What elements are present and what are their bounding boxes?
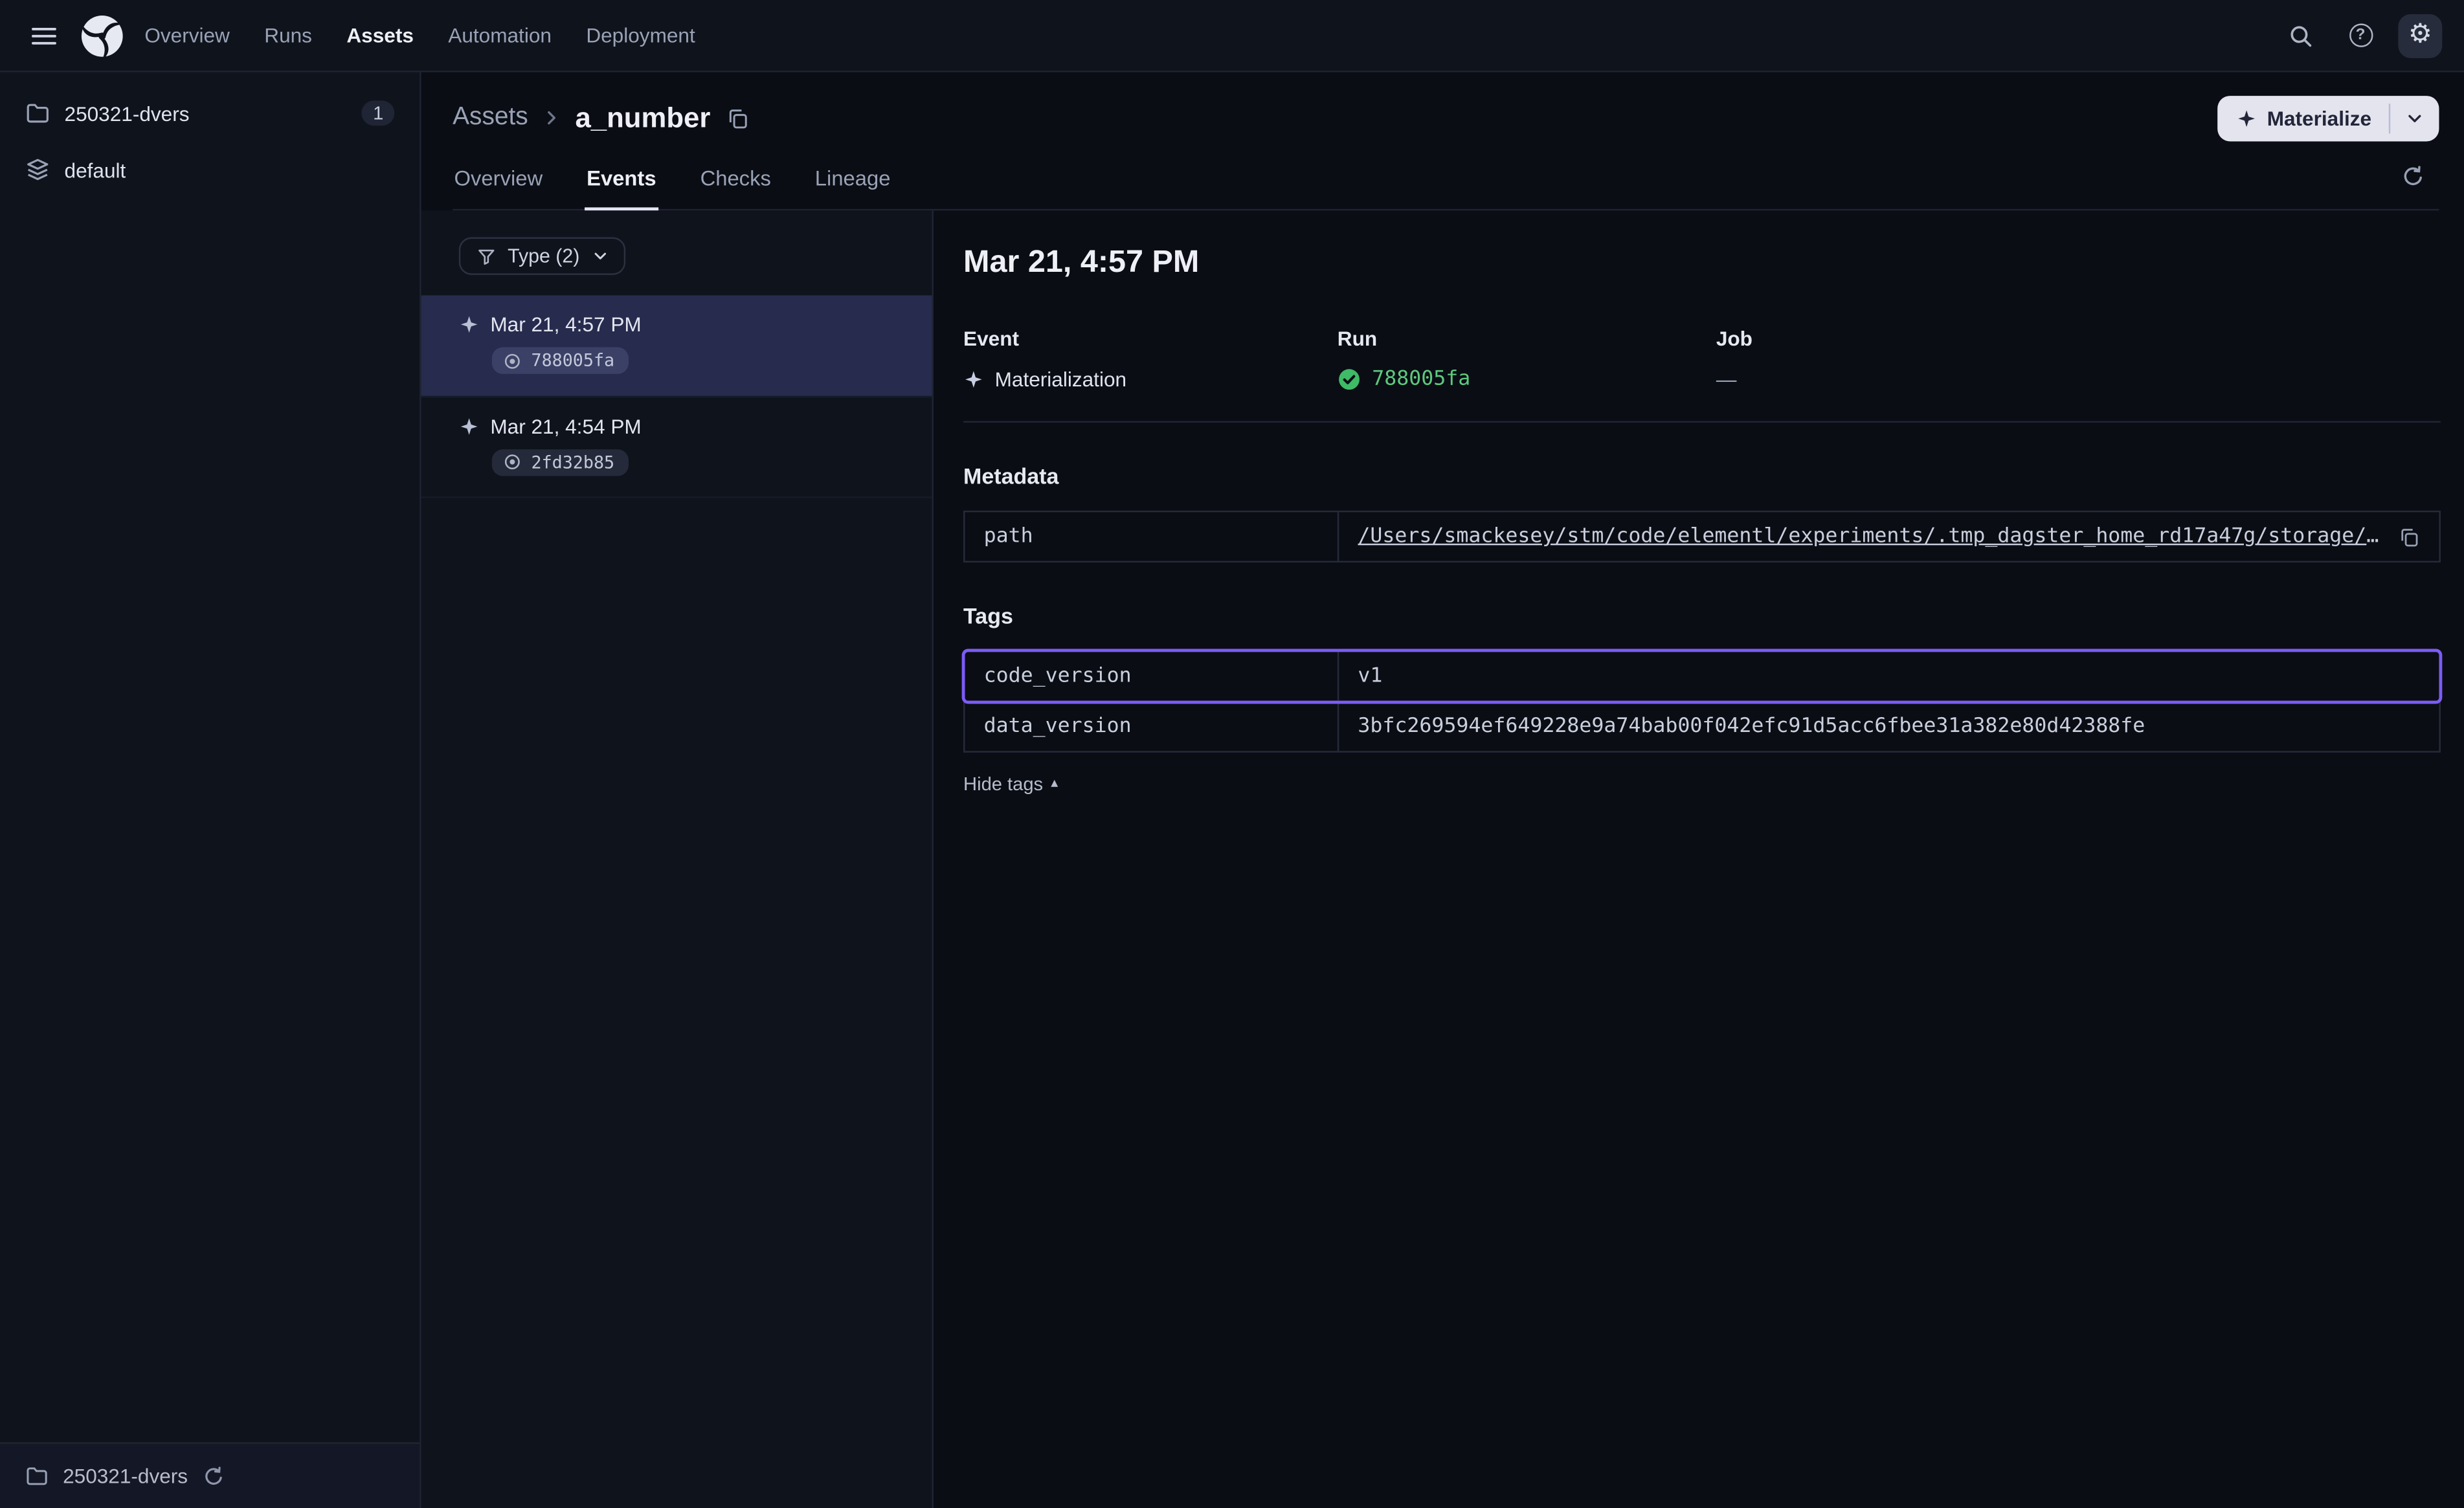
asset-name: a_number — [576, 102, 711, 135]
footer-location-label: 250321-dvers — [63, 1464, 188, 1487]
filter-funnel-icon — [476, 246, 497, 267]
nav-item-runs[interactable]: Runs — [264, 23, 312, 47]
event-type-value: Materialization — [995, 368, 1126, 391]
left-sidebar: 250321-dvers 1 default 250321-dvers — [0, 72, 421, 1508]
table-row-code-version[interactable]: code_version v1 — [965, 652, 2439, 700]
event-detail-title: Mar 21, 4:57 PM — [963, 245, 2441, 282]
breadcrumb: Assets a_number Materialize — [453, 91, 2439, 145]
nav-item-overview[interactable]: Overview — [144, 23, 230, 47]
filter-label: Type (2) — [508, 245, 579, 267]
metadata-table: path /Users/smackesey/stm/code/elementl/… — [963, 511, 2441, 562]
materialize-button[interactable]: Materialize — [2217, 95, 2439, 140]
sparkle-icon — [2235, 107, 2256, 128]
job-value: — — [1716, 368, 1737, 391]
tag-key: data_version — [965, 702, 1339, 751]
sidebar-footer[interactable]: 250321-dvers — [0, 1442, 420, 1508]
event-timestamp: Mar 21, 4:54 PM — [490, 414, 641, 438]
event-type-filter-button[interactable]: Type (2) — [459, 238, 625, 275]
tab-lineage[interactable]: Lineage — [813, 154, 892, 210]
dagster-logo-icon[interactable] — [78, 12, 126, 59]
section-divider — [963, 421, 2441, 423]
top-navbar: Overview Runs Assets Automation Deployme… — [0, 0, 2464, 72]
run-success-check-icon — [1338, 368, 1361, 391]
tab-events[interactable]: Events — [585, 154, 658, 210]
run-id-link[interactable]: 788005fa — [1372, 368, 1470, 391]
materialization-sparkle-icon — [963, 369, 984, 390]
main-panel: Assets a_number Materialize — [421, 72, 2464, 1508]
tags-table: code_version v1 data_version 3bfc269594e… — [963, 650, 2441, 753]
materialize-dropdown-arrow[interactable] — [2390, 95, 2439, 140]
navbar-actions: ? ⚙ — [2279, 14, 2442, 58]
table-row: path /Users/smackesey/stm/code/elementl/… — [965, 512, 2439, 560]
refresh-icon[interactable] — [2392, 155, 2433, 196]
app-root: Overview Runs Assets Automation Deployme… — [0, 0, 2464, 1508]
event-list-item[interactable]: Mar 21, 4:57 PM 788005fa — [421, 295, 932, 397]
asset-tabs: Overview Events Checks Lineage — [453, 154, 2439, 210]
nav-item-assets[interactable]: Assets — [346, 23, 414, 47]
chevron-down-icon — [590, 247, 609, 265]
metadata-heading: Metadata — [963, 463, 2441, 489]
metadata-path-link[interactable]: /Users/smackesey/stm/code/elementl/exper… — [1358, 525, 2386, 548]
metadata-key: path — [965, 512, 1339, 560]
tab-checks[interactable]: Checks — [699, 154, 772, 210]
hide-tags-link[interactable]: Hide tags ▴ — [963, 773, 1058, 795]
table-row-data-version[interactable]: data_version 3bfc269594ef649228e9a74bab0… — [965, 701, 2439, 751]
tag-value: v1 — [1358, 665, 1382, 688]
copy-path-icon[interactable] — [2398, 526, 2420, 548]
events-content: Type (2) Mar 21, 4:57 PM — [421, 210, 2464, 1508]
event-detail-panel: Mar 21, 4:57 PM Event Materialization — [934, 210, 2464, 1508]
caret-up-icon: ▴ — [1051, 777, 1058, 791]
breadcrumb-assets-link[interactable]: Assets — [453, 104, 528, 132]
run-column-label: Run — [1338, 327, 1716, 350]
event-info-grid: Event Materialization Run — [963, 327, 2441, 392]
hamburger-menu-icon[interactable] — [22, 14, 66, 58]
default-group-label: default — [65, 158, 126, 181]
run-id-badge[interactable]: 2fd32b85 — [492, 449, 629, 475]
run-status-icon — [503, 452, 522, 471]
folder-icon — [25, 100, 50, 126]
job-column-label: Job — [1716, 327, 2441, 350]
nav-item-deployment[interactable]: Deployment — [586, 23, 695, 47]
tags-heading: Tags — [963, 603, 2441, 628]
event-list-panel: Type (2) Mar 21, 4:57 PM — [421, 210, 934, 1508]
search-icon[interactable] — [2279, 14, 2323, 58]
asset-count-badge: 1 — [362, 100, 394, 126]
app-body: 250321-dvers 1 default 250321-dvers — [0, 72, 2464, 1508]
run-id-badge[interactable]: 788005fa — [492, 347, 629, 373]
tag-key: code_version — [965, 652, 1339, 700]
tab-overview[interactable]: Overview — [453, 154, 544, 210]
asset-header: Assets a_number Materialize — [421, 72, 2464, 211]
chevron-right-icon — [541, 107, 563, 129]
sidebar-item-code-location[interactable]: 250321-dvers 1 — [0, 85, 420, 141]
settings-gear-icon[interactable]: ⚙ — [2398, 14, 2442, 58]
event-timestamp: Mar 21, 4:57 PM — [490, 313, 641, 336]
folder-icon — [25, 1464, 49, 1487]
sidebar-item-default-group[interactable]: default — [0, 141, 420, 197]
main-nav: Overview Runs Assets Automation Deployme… — [144, 23, 695, 47]
nav-item-automation[interactable]: Automation — [448, 23, 552, 47]
tag-value: 3bfc269594ef649228e9a74bab00f042efc91d5a… — [1358, 715, 2145, 738]
reload-location-icon[interactable] — [202, 1465, 224, 1487]
code-location-label: 250321-dvers — [65, 102, 190, 125]
copy-asset-name-icon[interactable] — [726, 106, 750, 129]
materialization-sparkle-icon — [459, 315, 480, 335]
event-list-item[interactable]: Mar 21, 4:54 PM 2fd32b85 — [421, 397, 932, 498]
filter-row: Type (2) — [421, 210, 932, 295]
event-column-label: Event — [963, 327, 1338, 350]
materialization-sparkle-icon — [459, 416, 480, 436]
materialize-label: Materialize — [2267, 106, 2371, 129]
asset-group-icon — [25, 157, 50, 183]
run-status-icon — [503, 351, 522, 370]
help-icon[interactable]: ? — [2338, 14, 2382, 58]
